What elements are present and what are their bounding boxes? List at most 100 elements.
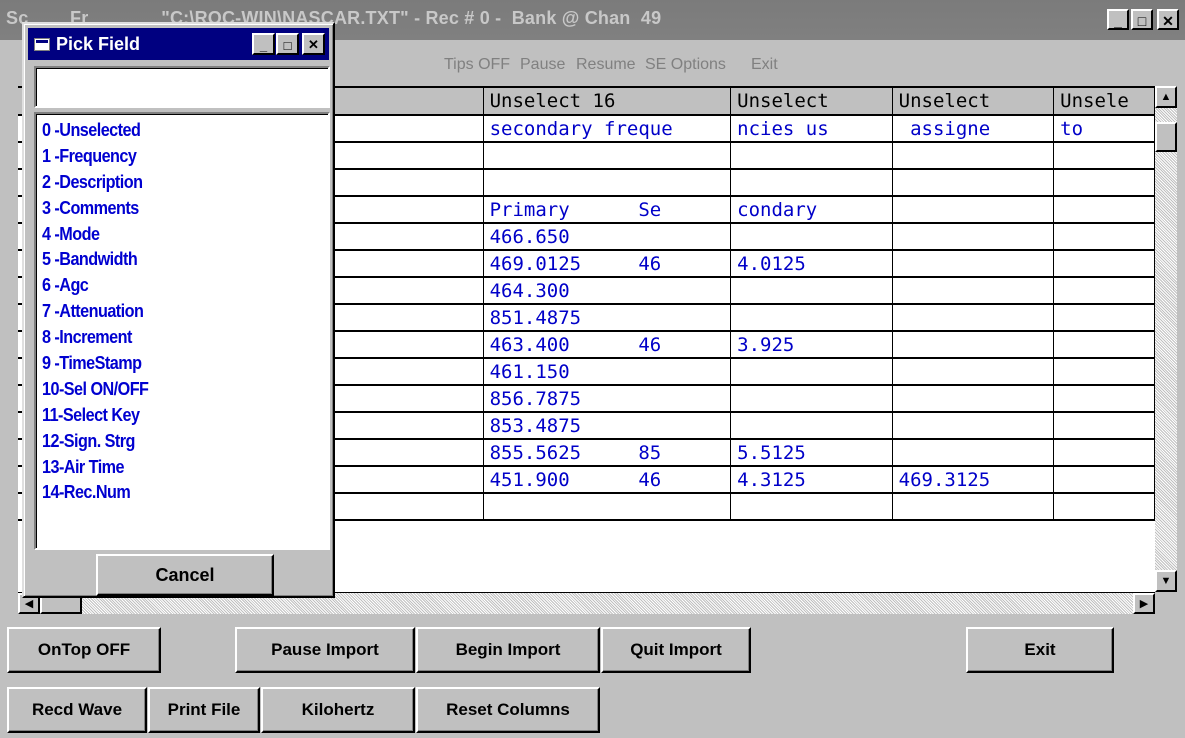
table-cell[interactable]: [730, 142, 893, 170]
table-cell[interactable]: secondary freque: [483, 115, 732, 143]
column-header[interactable]: Unsele: [1053, 88, 1155, 116]
table-cell[interactable]: [730, 358, 893, 386]
dialog-maximize-button[interactable]: □: [276, 33, 299, 55]
table-cell[interactable]: [730, 493, 893, 521]
dialog-titlebar[interactable]: Pick Field _ □ ✕: [28, 28, 329, 60]
table-cell[interactable]: 855.5625 85: [483, 439, 732, 467]
table-cell[interactable]: assigne: [892, 115, 1055, 143]
maximize-button[interactable]: □: [1131, 9, 1153, 30]
table-cell[interactable]: [1053, 250, 1155, 278]
minimize-button[interactable]: _: [1107, 9, 1129, 30]
close-button[interactable]: ✕: [1157, 9, 1179, 30]
table-cell[interactable]: 469.0125 46: [483, 250, 732, 278]
list-item[interactable]: 9 -TimeStamp: [42, 351, 299, 377]
ontop-button[interactable]: OnTop OFF: [7, 627, 161, 673]
field-listbox[interactable]: 0 -Unselected 1 -Frequency 2 -Description 3…: [34, 112, 330, 550]
list-item[interactable]: 11-Select Key: [42, 403, 299, 429]
table-cell[interactable]: 451.900 46: [483, 466, 732, 494]
table-cell[interactable]: Primary Se: [483, 196, 732, 224]
menu-tips-off[interactable]: Tips OFF: [444, 56, 510, 74]
table-cell[interactable]: [1053, 385, 1155, 413]
table-cell[interactable]: [1053, 439, 1155, 467]
quit-import-button[interactable]: Quit Import: [601, 627, 751, 673]
table-cell[interactable]: [730, 412, 893, 440]
list-item[interactable]: 0 -Unselected: [42, 118, 299, 144]
scroll-up-icon[interactable]: ▲: [1155, 86, 1177, 108]
table-cell[interactable]: [1053, 331, 1155, 359]
table-cell[interactable]: [892, 169, 1055, 197]
table-cell[interactable]: [483, 493, 732, 521]
table-cell[interactable]: [1053, 277, 1155, 305]
list-item[interactable]: 7 -Attenuation: [42, 299, 299, 325]
table-cell[interactable]: [892, 493, 1055, 521]
exit-button[interactable]: Exit: [966, 627, 1114, 673]
table-cell[interactable]: [730, 304, 893, 332]
table-cell[interactable]: 469.3125: [892, 466, 1055, 494]
list-item[interactable]: 2 -Description: [42, 170, 299, 196]
table-cell[interactable]: 4.0125: [730, 250, 893, 278]
table-cell[interactable]: 4.3125: [730, 466, 893, 494]
table-cell[interactable]: 466.650: [483, 223, 732, 251]
list-item[interactable]: 8 -Increment: [42, 325, 299, 351]
table-cell[interactable]: [892, 142, 1055, 170]
scroll-right-icon[interactable]: ▶: [1133, 593, 1155, 614]
table-cell[interactable]: [483, 142, 732, 170]
kilohertz-button[interactable]: Kilohertz: [261, 687, 415, 733]
vertical-scrollbar[interactable]: ▲ ▼: [1155, 86, 1177, 592]
table-cell[interactable]: 461.150: [483, 358, 732, 386]
table-cell[interactable]: [730, 223, 893, 251]
table-cell[interactable]: [892, 439, 1055, 467]
list-item[interactable]: 12-Sign. Strg: [42, 429, 299, 455]
list-item[interactable]: 14-Rec.Num: [42, 480, 299, 506]
table-cell[interactable]: [1053, 169, 1155, 197]
table-cell[interactable]: 5.5125: [730, 439, 893, 467]
table-cell[interactable]: [892, 331, 1055, 359]
cancel-button[interactable]: Cancel: [96, 554, 274, 596]
menu-se-options[interactable]: SE Options: [645, 56, 726, 74]
table-cell[interactable]: [1053, 493, 1155, 521]
dialog-close-button[interactable]: ✕: [302, 33, 325, 55]
reset-columns-button[interactable]: Reset Columns: [416, 687, 600, 733]
table-cell[interactable]: [1053, 358, 1155, 386]
table-cell[interactable]: [892, 223, 1055, 251]
table-cell[interactable]: [892, 304, 1055, 332]
table-cell[interactable]: [1053, 466, 1155, 494]
list-item[interactable]: 1 -Frequency: [42, 144, 299, 170]
table-cell[interactable]: [1053, 142, 1155, 170]
begin-import-button[interactable]: Begin Import: [416, 627, 600, 673]
pause-import-button[interactable]: Pause Import: [235, 627, 415, 673]
table-cell[interactable]: [730, 385, 893, 413]
table-cell[interactable]: 853.4875: [483, 412, 732, 440]
table-cell[interactable]: 464.300: [483, 277, 732, 305]
vertical-scroll-thumb[interactable]: [1155, 122, 1177, 152]
table-cell[interactable]: [730, 169, 893, 197]
menu-exit[interactable]: Exit: [751, 56, 778, 74]
table-cell[interactable]: [1053, 223, 1155, 251]
table-cell[interactable]: 3.925: [730, 331, 893, 359]
print-file-button[interactable]: Print File: [148, 687, 260, 733]
column-header[interactable]: Unselect: [730, 88, 893, 116]
dialog-minimize-button[interactable]: _: [252, 33, 275, 55]
list-item[interactable]: 10-Sel ON/OFF: [42, 377, 299, 403]
table-cell[interactable]: [730, 277, 893, 305]
table-cell[interactable]: 856.7875: [483, 385, 732, 413]
table-cell[interactable]: 851.4875: [483, 304, 732, 332]
column-header[interactable]: Unselect: [892, 88, 1055, 116]
table-cell[interactable]: [892, 250, 1055, 278]
list-item[interactable]: 13-Air Time: [42, 455, 299, 481]
column-header[interactable]: Unselect 16: [483, 88, 732, 116]
table-cell[interactable]: [892, 385, 1055, 413]
table-cell[interactable]: [1053, 196, 1155, 224]
table-cell[interactable]: to: [1053, 115, 1155, 143]
menu-resume[interactable]: Resume: [576, 56, 636, 74]
table-cell[interactable]: 463.400 46: [483, 331, 732, 359]
table-cell[interactable]: [1053, 304, 1155, 332]
table-cell[interactable]: [892, 277, 1055, 305]
table-cell[interactable]: ncies us: [730, 115, 893, 143]
list-item[interactable]: 4 -Mode: [42, 222, 299, 248]
field-search-input[interactable]: [34, 66, 330, 108]
menu-pause[interactable]: Pause: [520, 56, 565, 74]
list-item[interactable]: 3 -Comments: [42, 196, 299, 222]
table-cell[interactable]: [892, 196, 1055, 224]
scroll-down-icon[interactable]: ▼: [1155, 570, 1177, 592]
